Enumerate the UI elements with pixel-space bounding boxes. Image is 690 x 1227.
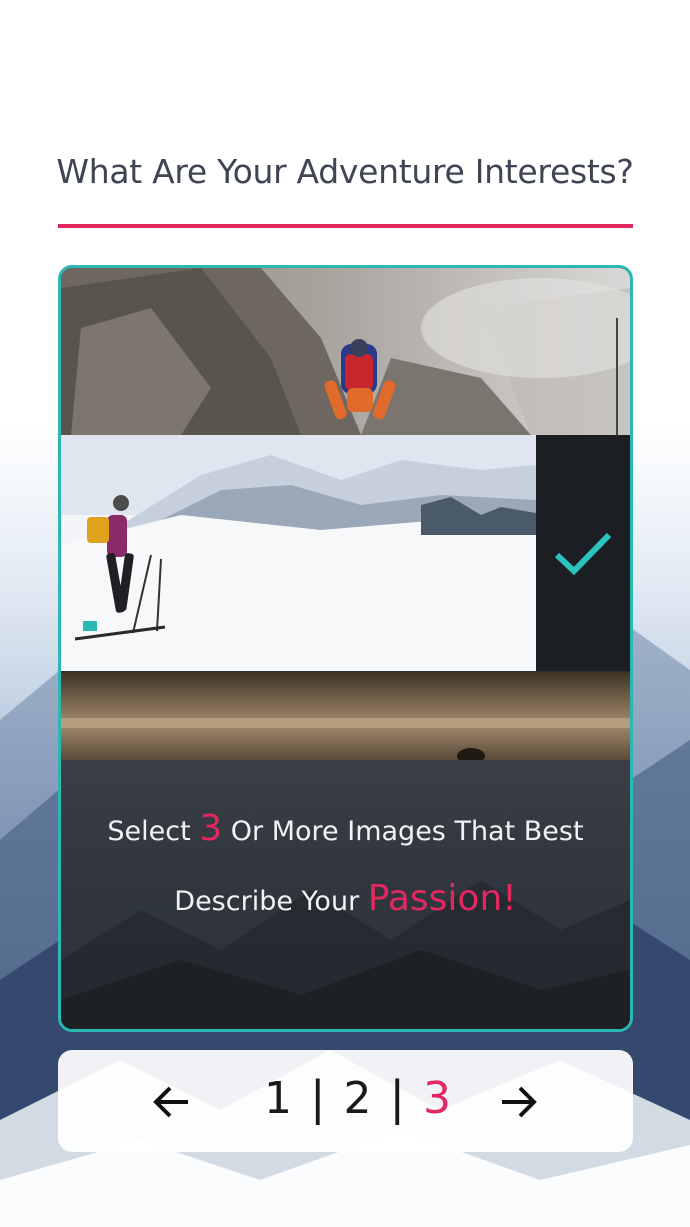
arrow-right-icon[interactable] [496, 1080, 540, 1124]
page-title: What Are Your Adventure Interests? [56, 152, 634, 191]
page-1[interactable]: 1 [264, 1073, 292, 1124]
instruction-select-label: Select [107, 816, 191, 847]
arrow-left-icon[interactable] [150, 1080, 194, 1124]
interest-selection-card: Select 3 Or More Images That Best Descri… [58, 265, 633, 1032]
pagination-bar: 1 | 2 | 3 [58, 1050, 633, 1152]
required-count: 3 [199, 808, 223, 849]
instruction-rest-label: Or More Images That Best [230, 816, 584, 847]
mountain-climber-image[interactable] [61, 268, 630, 435]
page-indicator: 1 | 2 | 3 [264, 1068, 451, 1128]
instruction-describe-label: Describe Your [174, 886, 360, 917]
title-divider [58, 224, 633, 228]
checkmark-icon [554, 532, 612, 575]
instruction-overlay: Select 3 Or More Images That Best Descri… [61, 760, 630, 1029]
page-separator: | [389, 1071, 406, 1125]
page-3-current[interactable]: 3 [423, 1073, 451, 1124]
misty-lake-kayak-image[interactable] [61, 672, 630, 760]
selected-indicator [536, 435, 630, 671]
ski-touring-image[interactable] [61, 435, 630, 671]
page-2[interactable]: 2 [344, 1073, 372, 1124]
instruction-line-2: Describe Your Passion! [61, 878, 630, 919]
passion-highlight: Passion! [367, 878, 517, 919]
page-separator: | [310, 1071, 326, 1125]
instruction-line-1: Select 3 Or More Images That Best [61, 808, 630, 849]
